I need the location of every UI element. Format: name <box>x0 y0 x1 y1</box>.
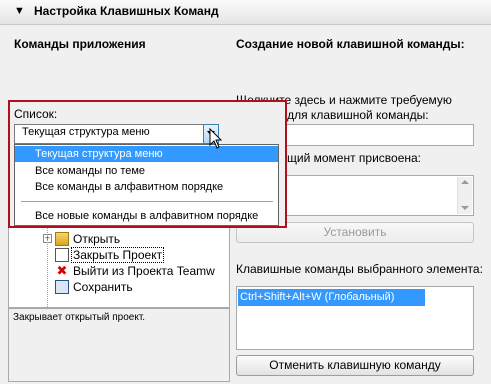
save-icon <box>55 280 69 294</box>
tree-item-label: Сохранить <box>73 280 133 294</box>
tree-row[interactable]: ✖ Выйти из Проекта Teamw <box>9 263 229 279</box>
dropdown-option[interactable]: Все новые команды в алфавитном порядке <box>15 208 278 224</box>
tree-row[interactable]: Сохранить <box>9 279 229 295</box>
tree-item-label: Открыть <box>73 232 121 246</box>
section-title: Настройка Клавишных Команд <box>34 4 219 18</box>
command-description: Закрывает открытый проект. <box>8 308 230 382</box>
dropdown-option[interactable]: Текущая структура меню <box>15 146 278 162</box>
exit-teamwork-icon: ✖ <box>56 263 68 278</box>
command-tree[interactable]: + Открыть Закрыть Проект ✖ Выйти из Прое… <box>8 220 230 308</box>
shortcut-item[interactable]: Ctrl+Shift+Alt+W (Глобальный) <box>238 289 425 306</box>
scroll-up-icon[interactable] <box>461 180 469 184</box>
list-select-value: Текущая структура меню <box>22 126 150 138</box>
create-shortcut-title: Создание новой клавишной команды: <box>236 37 465 51</box>
open-folder-icon <box>55 232 69 246</box>
close-project-icon <box>55 248 69 262</box>
cancel-shortcut-button[interactable]: Отменить клавишную команду <box>236 355 474 376</box>
tree-item-label: Выйти из Проекта Teamw <box>73 264 215 278</box>
collapse-triangle-icon[interactable]: ▼ <box>14 5 25 17</box>
tree-item-label: Закрыть Проект <box>71 247 165 263</box>
assigned-scrollbar[interactable] <box>457 177 472 214</box>
list-label: Список: <box>14 107 58 121</box>
scroll-down-icon[interactable] <box>461 206 469 210</box>
dropdown-separator <box>21 201 273 202</box>
tree-row[interactable]: + Открыть <box>9 231 229 247</box>
dropdown-option[interactable]: Все команды по теме <box>15 163 278 179</box>
assigned-label: щий момент присвоена: <box>287 151 422 165</box>
mouse-cursor-icon <box>209 128 223 149</box>
tree-guide-line <box>47 221 49 307</box>
app-commands-title: Команды приложения <box>14 37 146 51</box>
tree-row[interactable]: Закрыть Проект <box>9 247 229 263</box>
selected-shortcuts-label: Клавишные команды выбранного элемента: <box>236 262 483 276</box>
dropdown-list[interactable]: Текущая структура меню Все команды по те… <box>14 144 279 226</box>
dropdown-option[interactable]: Все команды в алфавитном порядке <box>15 179 278 195</box>
